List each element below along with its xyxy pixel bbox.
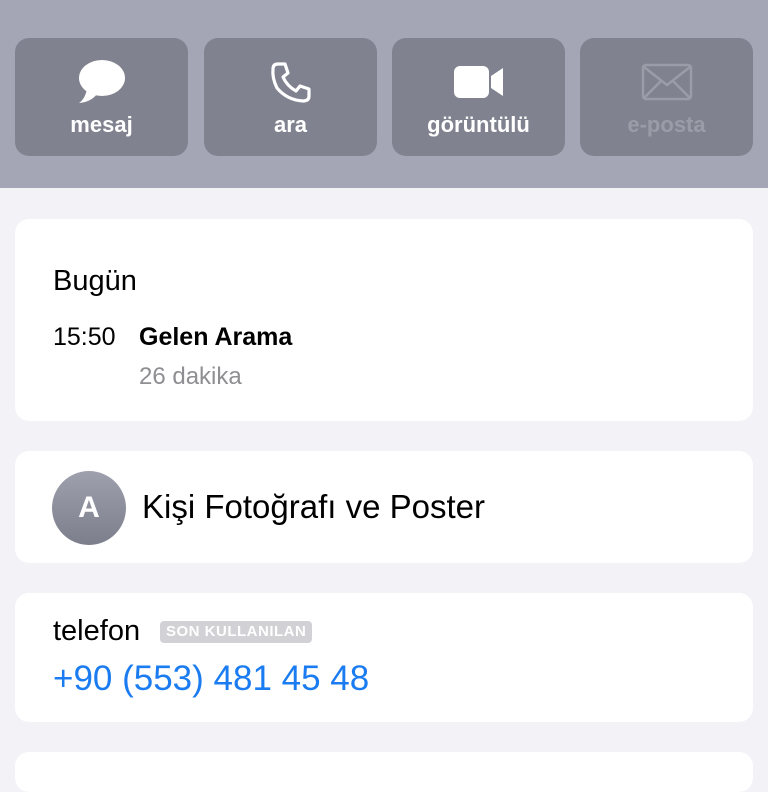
message-bubble-icon [77, 60, 127, 104]
call-duration: 26 dakika [139, 363, 242, 390]
video-button[interactable]: görüntülü [392, 38, 565, 156]
next-card [15, 752, 753, 792]
contact-photo-poster-row[interactable]: A Kişi Fotoğrafı ve Poster [15, 451, 753, 563]
call-type: Gelen Arama [139, 323, 293, 351]
email-label: e-posta [627, 112, 706, 137]
phone-label: telefon [53, 615, 141, 647]
message-label: mesaj [70, 112, 133, 137]
email-button[interactable]: e-posta [580, 38, 753, 156]
phone-icon [269, 60, 313, 104]
video-camera-icon [453, 60, 505, 104]
recents-date-heading: Bugün [53, 265, 137, 297]
message-button[interactable]: mesaj [15, 38, 188, 156]
recently-used-badge: SON KULLANILAN [160, 621, 313, 643]
call-label: ara [273, 112, 308, 137]
video-label: görüntülü [427, 112, 530, 137]
phone-number-link[interactable]: +90 (553) 481 45 48 [53, 659, 369, 699]
call-time: 15:50 [53, 323, 116, 351]
avatar: A [52, 471, 126, 545]
phone-row[interactable]: telefon SON KULLANILAN +90 (553) 481 45 … [15, 593, 753, 722]
contact-photo-poster-label: Kişi Fotoğrafı ve Poster [142, 488, 485, 525]
call-button[interactable]: ara [204, 38, 377, 156]
recent-calls-card: Bugün 15:50 Gelen Arama 26 dakika [15, 219, 753, 421]
action-header: mesaj ara görüntülü e-posta [0, 0, 768, 188]
envelope-icon [641, 60, 693, 104]
